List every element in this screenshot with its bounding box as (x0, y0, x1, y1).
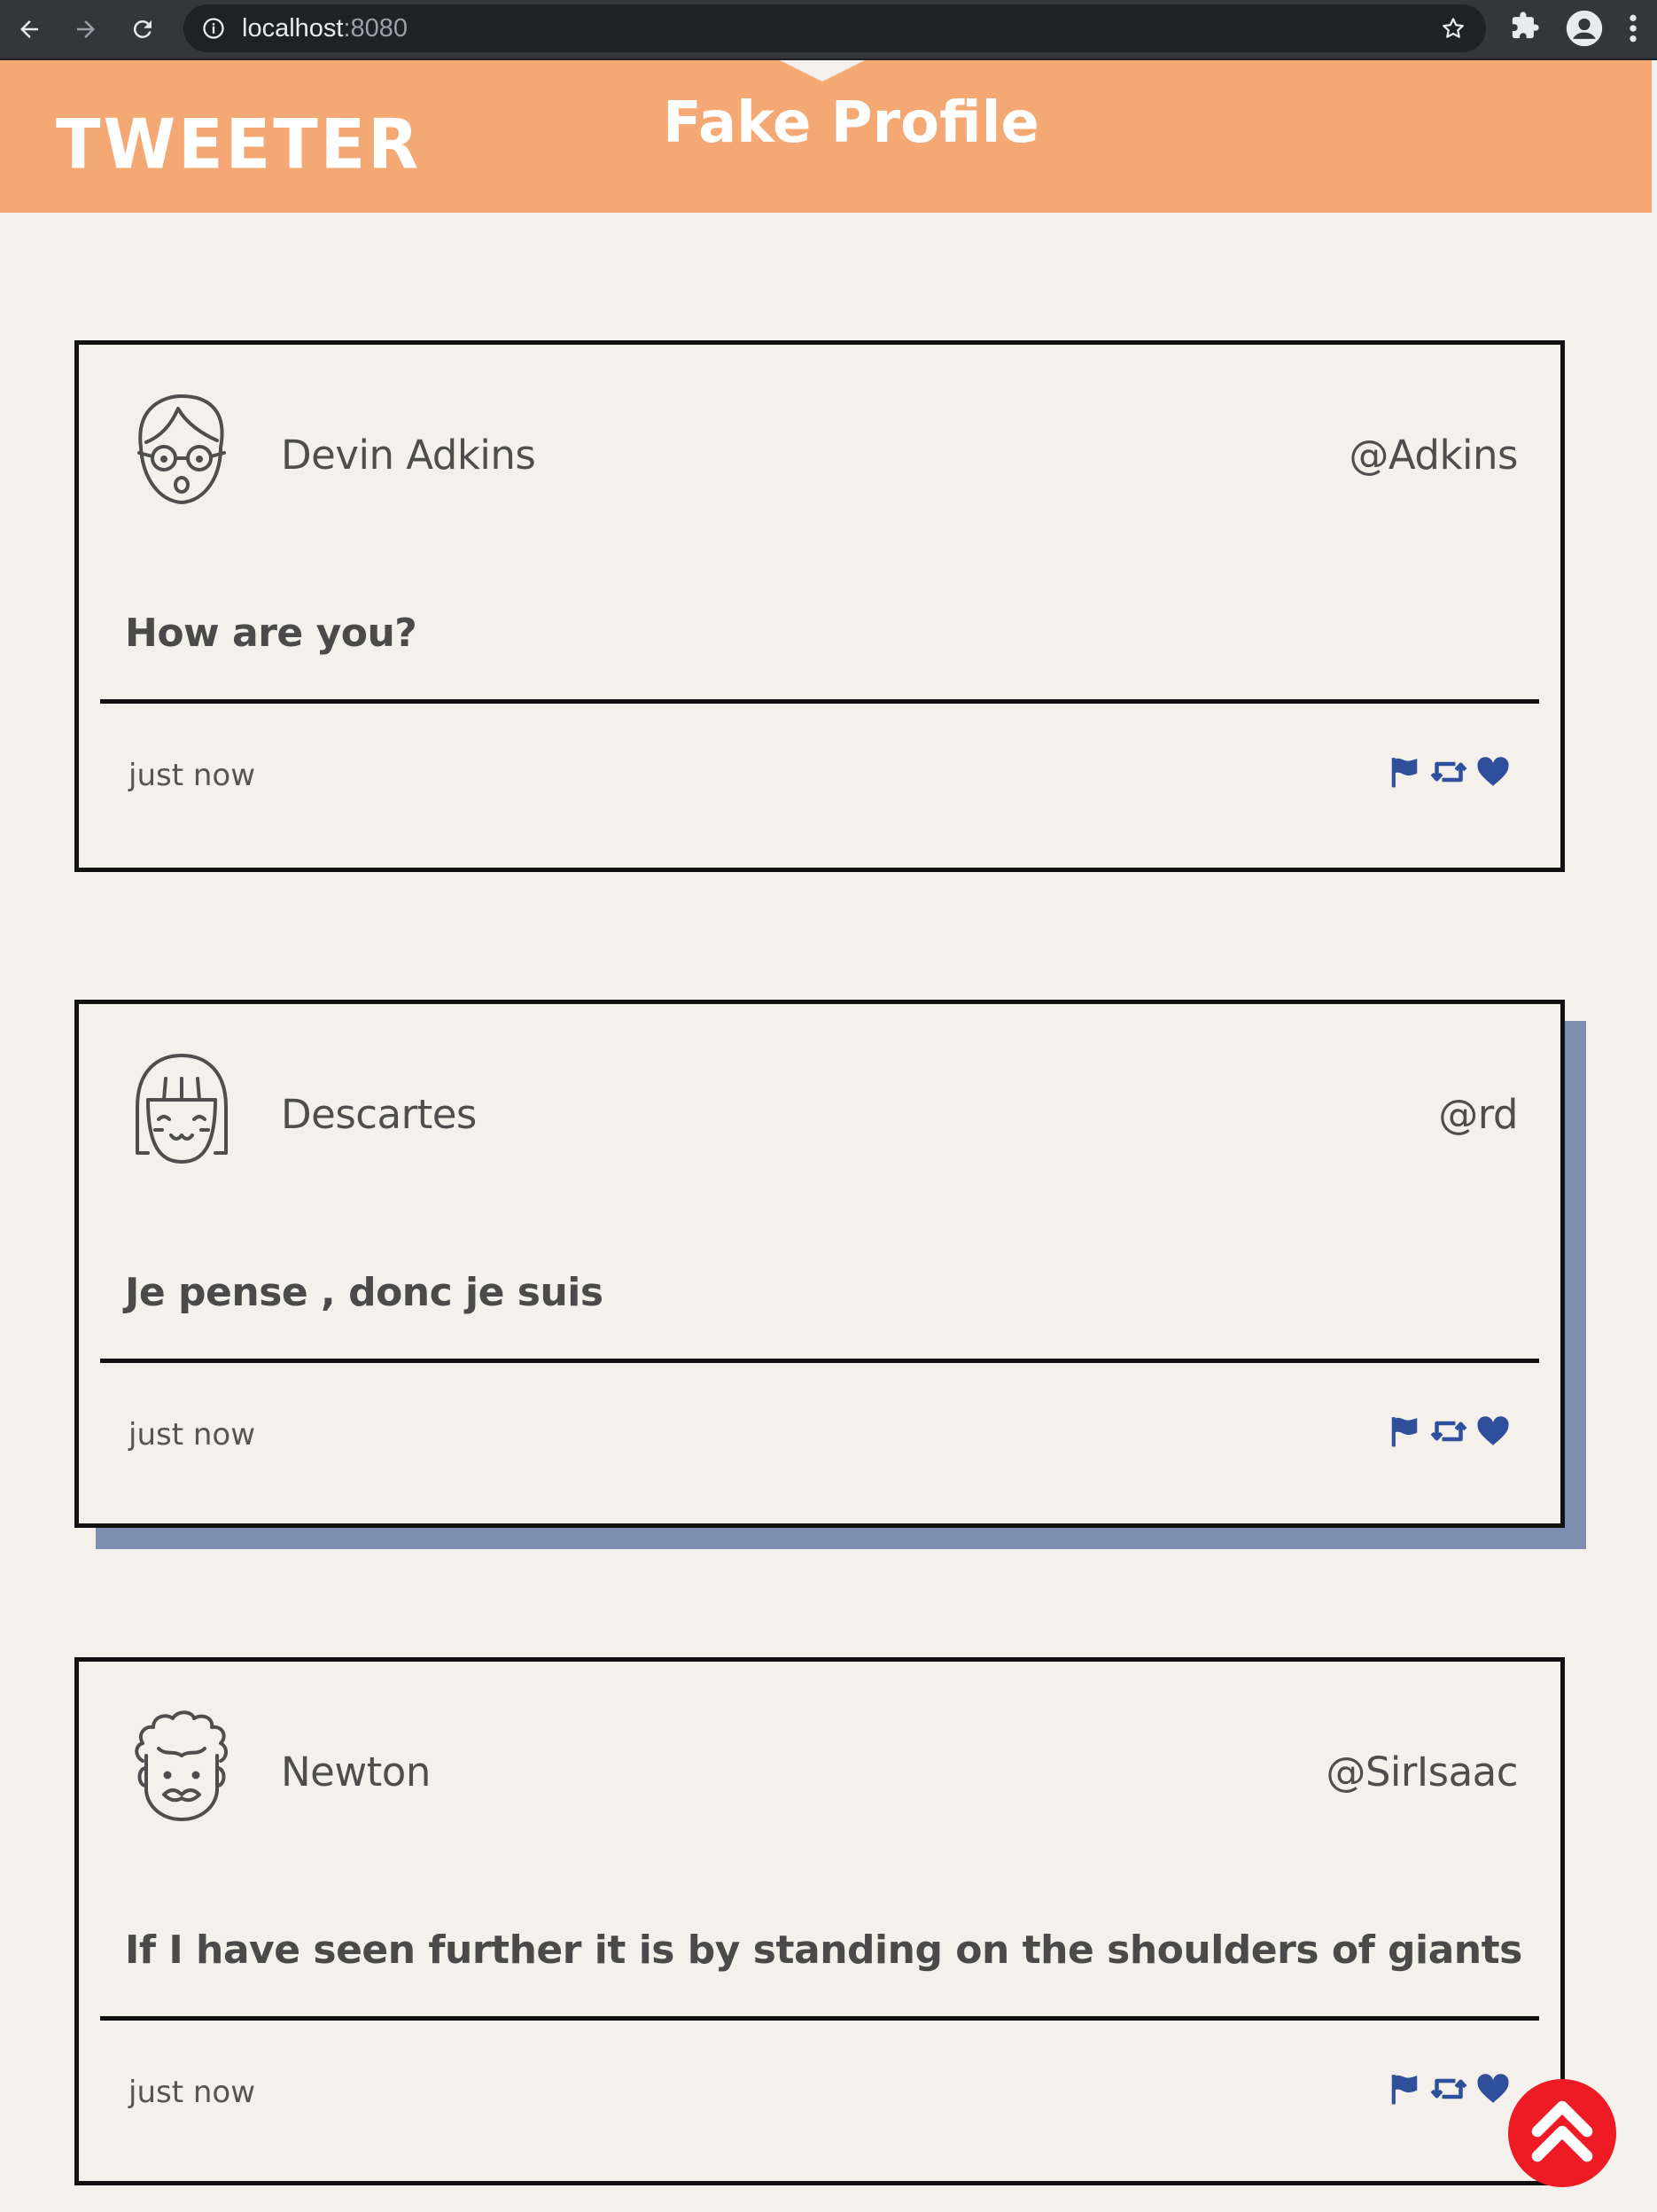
url-text: localhost:8080 (242, 14, 408, 43)
site-info-icon[interactable] (201, 16, 226, 45)
heart-icon[interactable] (1474, 1412, 1513, 1451)
retweet-icon[interactable] (1429, 2069, 1468, 2108)
page-title: Fake Profile (663, 90, 1039, 156)
profile-avatar-icon[interactable] (1565, 9, 1604, 52)
tweet-timestamp: just now (128, 758, 256, 793)
double-chevron-up-icon (1525, 2094, 1599, 2173)
address-bar[interactable]: localhost:8080 (183, 4, 1486, 52)
tweet-timestamp: just now (128, 1417, 256, 1453)
back-icon[interactable] (9, 9, 50, 50)
tweet-actions (1385, 2069, 1513, 2108)
author-name: Devin Adkins (281, 432, 536, 479)
forward-icon[interactable] (66, 9, 106, 50)
retweet-icon[interactable] (1429, 752, 1468, 791)
flag-icon[interactable] (1385, 2069, 1424, 2108)
scroll-to-top-button[interactable] (1508, 2079, 1616, 2187)
flag-icon[interactable] (1385, 752, 1424, 791)
heart-icon[interactable] (1474, 752, 1513, 791)
tweet-timestamp: just now (128, 2075, 256, 2110)
browser-toolbar: localhost:8080 (0, 0, 1657, 60)
tweet-card: Descartes @rd Je pense , donc je suis ju… (74, 1000, 1565, 1528)
tweet-divider (100, 699, 1539, 704)
curly-hair-avatar-icon (128, 1706, 235, 1834)
site-header: TWEETER Fake Profile (0, 60, 1652, 213)
author-name: Descartes (281, 1091, 477, 1138)
tweet-text: If I have seen further it is by standing… (125, 1928, 1522, 1973)
bangs-girl-avatar-icon (128, 1048, 235, 1177)
tweet-actions (1385, 1412, 1513, 1451)
retweet-icon[interactable] (1429, 1412, 1468, 1451)
tweet-text: Je pense , donc je suis (125, 1270, 603, 1315)
nerd-glasses-avatar-icon (128, 389, 235, 518)
tweet-actions (1385, 752, 1513, 791)
tweet-card: Devin Adkins @Adkins How are you? just n… (74, 340, 1565, 872)
logo[interactable]: TWEETER (56, 110, 421, 179)
tweet-divider (100, 1359, 1539, 1363)
bookmark-star-icon[interactable] (1440, 15, 1466, 46)
tweet-text: How are you? (125, 611, 417, 656)
author-name: Newton (281, 1749, 431, 1795)
flag-icon[interactable] (1385, 1412, 1424, 1451)
tweet-card: Newton @SirIsaac If I have seen further … (74, 1657, 1565, 2185)
heart-icon[interactable] (1474, 2069, 1513, 2108)
author-handle: @SirIsaac (1326, 1749, 1518, 1795)
reload-icon[interactable] (122, 9, 163, 50)
tweet-divider (100, 2016, 1539, 2021)
author-handle: @rd (1438, 1091, 1518, 1138)
kebab-menu-icon[interactable] (1627, 11, 1639, 51)
author-handle: @Adkins (1349, 432, 1518, 479)
nav-toggle-caret[interactable] (780, 60, 865, 82)
extensions-icon[interactable] (1510, 11, 1540, 45)
